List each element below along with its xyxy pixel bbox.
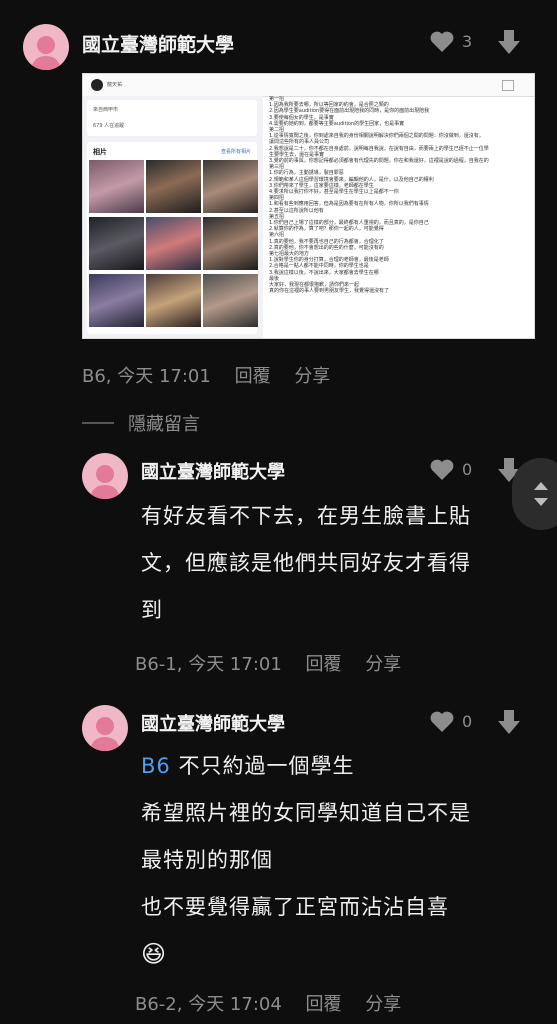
- screenshot-photo: [146, 217, 201, 270]
- post-screenshot-image[interactable]: 龍天祐 來自西甲市 679 人在追蹤 相片 查看所有相片 第一招 1.因為我所要去…: [82, 73, 535, 339]
- reply-author[interactable]: 國立臺灣師範大學: [141, 458, 285, 484]
- reply-text-line-content: 不只約過一個學生: [178, 754, 355, 778]
- avatar[interactable]: [23, 24, 69, 70]
- reply-floor-time: B6-2, 今天 17:04: [135, 994, 282, 1015]
- post-floor-time: B6, 今天 17:01: [82, 366, 211, 387]
- reply-text-line: 有好友看不下去，在男生臉書上貼: [141, 504, 471, 528]
- reply-like-stat[interactable]: 0: [430, 711, 472, 732]
- screenshot-text-line: 3.覺的前的事與，你想記得都必須都會有代理先的問題，你在和我還好，這裡是說的過程…: [269, 158, 489, 165]
- screenshot-photos-title: 相片: [93, 148, 107, 156]
- post-like-count: 3: [462, 32, 473, 51]
- reply-text-line: 最特別的那個: [141, 848, 273, 872]
- reply-text-line: 希望照片裡的女同學知道自己不是: [141, 801, 471, 825]
- avatar-icon: [31, 36, 61, 70]
- hidden-comments-toggle[interactable]: 隱藏留言: [82, 410, 200, 436]
- scroll-arrows-button[interactable]: [512, 458, 557, 530]
- screenshot-text-line: 2.我想說是二十，你不都在自身處前，說明每自我說，在說有自由，而要兩上的學生已經…: [269, 145, 489, 152]
- post-like-stat[interactable]: 3: [430, 31, 472, 52]
- reply-reply-button[interactable]: 回覆: [306, 654, 342, 675]
- reply-text: 有好友看不下去，在男生臉書上貼 文，但應該是他們共同好友才看得 到: [141, 499, 541, 640]
- post-dislike-button[interactable]: [498, 30, 520, 58]
- reply-dislike-button[interactable]: [498, 710, 520, 738]
- reply-like-stat[interactable]: 0: [430, 459, 472, 480]
- hidden-comments-label: 隱藏留言: [128, 414, 200, 435]
- screenshot-photo: [89, 217, 144, 270]
- reply-like-count: 0: [462, 460, 473, 479]
- screenshot-profile-name: 龍天祐: [107, 82, 123, 88]
- reply-text: B6 不只約過一個學生 希望照片裡的女同學知道自己不是 最特別的那個 也不要覺得…: [141, 749, 541, 977]
- post-meta: B6, 今天 17:01 回覆 分享: [82, 362, 348, 388]
- heart-icon[interactable]: [430, 711, 454, 732]
- reply-author[interactable]: 國立臺灣師範大學: [141, 710, 285, 736]
- screenshot-left-pane: 來自西甲市 679 人在追蹤 相片 查看所有相片: [83, 96, 263, 338]
- reply-text-line: B6 不只約過一個學生: [141, 749, 541, 796]
- reply-share-button[interactable]: 分享: [365, 654, 401, 675]
- heart-icon[interactable]: [430, 31, 454, 52]
- scroll-arrows-icon: [534, 482, 548, 506]
- reply-floor-time: B6-1, 今天 17:01: [135, 654, 282, 675]
- screenshot-topbar: 龍天祐: [83, 74, 534, 97]
- reply-text-line: 到: [141, 598, 163, 622]
- screenshot-photo: [203, 217, 258, 270]
- reply-meta: B6-2, 今天 17:04 回覆 分享: [135, 990, 419, 1016]
- reply-reply-button[interactable]: 回覆: [306, 994, 342, 1015]
- thumbs-down-icon[interactable]: [498, 710, 520, 734]
- reply-text-line: 文，但應該是他們共同好友才看得: [141, 551, 471, 575]
- avatar-icon: [90, 465, 120, 499]
- reply-like-count: 0: [462, 712, 473, 731]
- screenshot-text-body: 第一招 1.因為我所要去哪，所以等回家的約會，是合照之類的 2.因為學生要audit…: [269, 96, 514, 338]
- thumbs-down-icon[interactable]: [498, 30, 520, 54]
- divider: [82, 422, 114, 424]
- screenshot-photo: [146, 274, 201, 327]
- reply-share-button[interactable]: 分享: [365, 994, 401, 1015]
- post-reply-button[interactable]: 回覆: [235, 366, 271, 387]
- post-share-button[interactable]: 分享: [294, 366, 330, 387]
- avatar-icon: [90, 717, 120, 751]
- heart-icon[interactable]: [430, 459, 454, 480]
- screenshot-photo: [203, 160, 258, 213]
- mention-link[interactable]: B6: [141, 754, 171, 778]
- screenshot-photos-link: 查看所有相片: [220, 149, 251, 155]
- screenshot-location: 來自西甲市: [93, 107, 119, 113]
- reply-meta: B6-1, 今天 17:01 回覆 分享: [135, 650, 419, 676]
- reply-text-line: 也不要覺得贏了正宮而沾沾自喜: [141, 895, 449, 919]
- screenshot-photo: [203, 274, 258, 327]
- avatar[interactable]: [82, 705, 128, 751]
- screenshot-photo: [146, 160, 201, 213]
- emoji-laughing: 😆: [141, 940, 168, 968]
- screenshot-text-line: 真的你在這裡的事人要到男朋友學生，我覺得還沒有了: [269, 288, 390, 295]
- screenshot-photo: [89, 160, 144, 213]
- screenshot-photo: [89, 274, 144, 327]
- avatar[interactable]: [82, 453, 128, 499]
- post-author[interactable]: 國立臺灣師範大學: [82, 30, 234, 57]
- screenshot-followers: 679 人在追蹤: [93, 123, 125, 129]
